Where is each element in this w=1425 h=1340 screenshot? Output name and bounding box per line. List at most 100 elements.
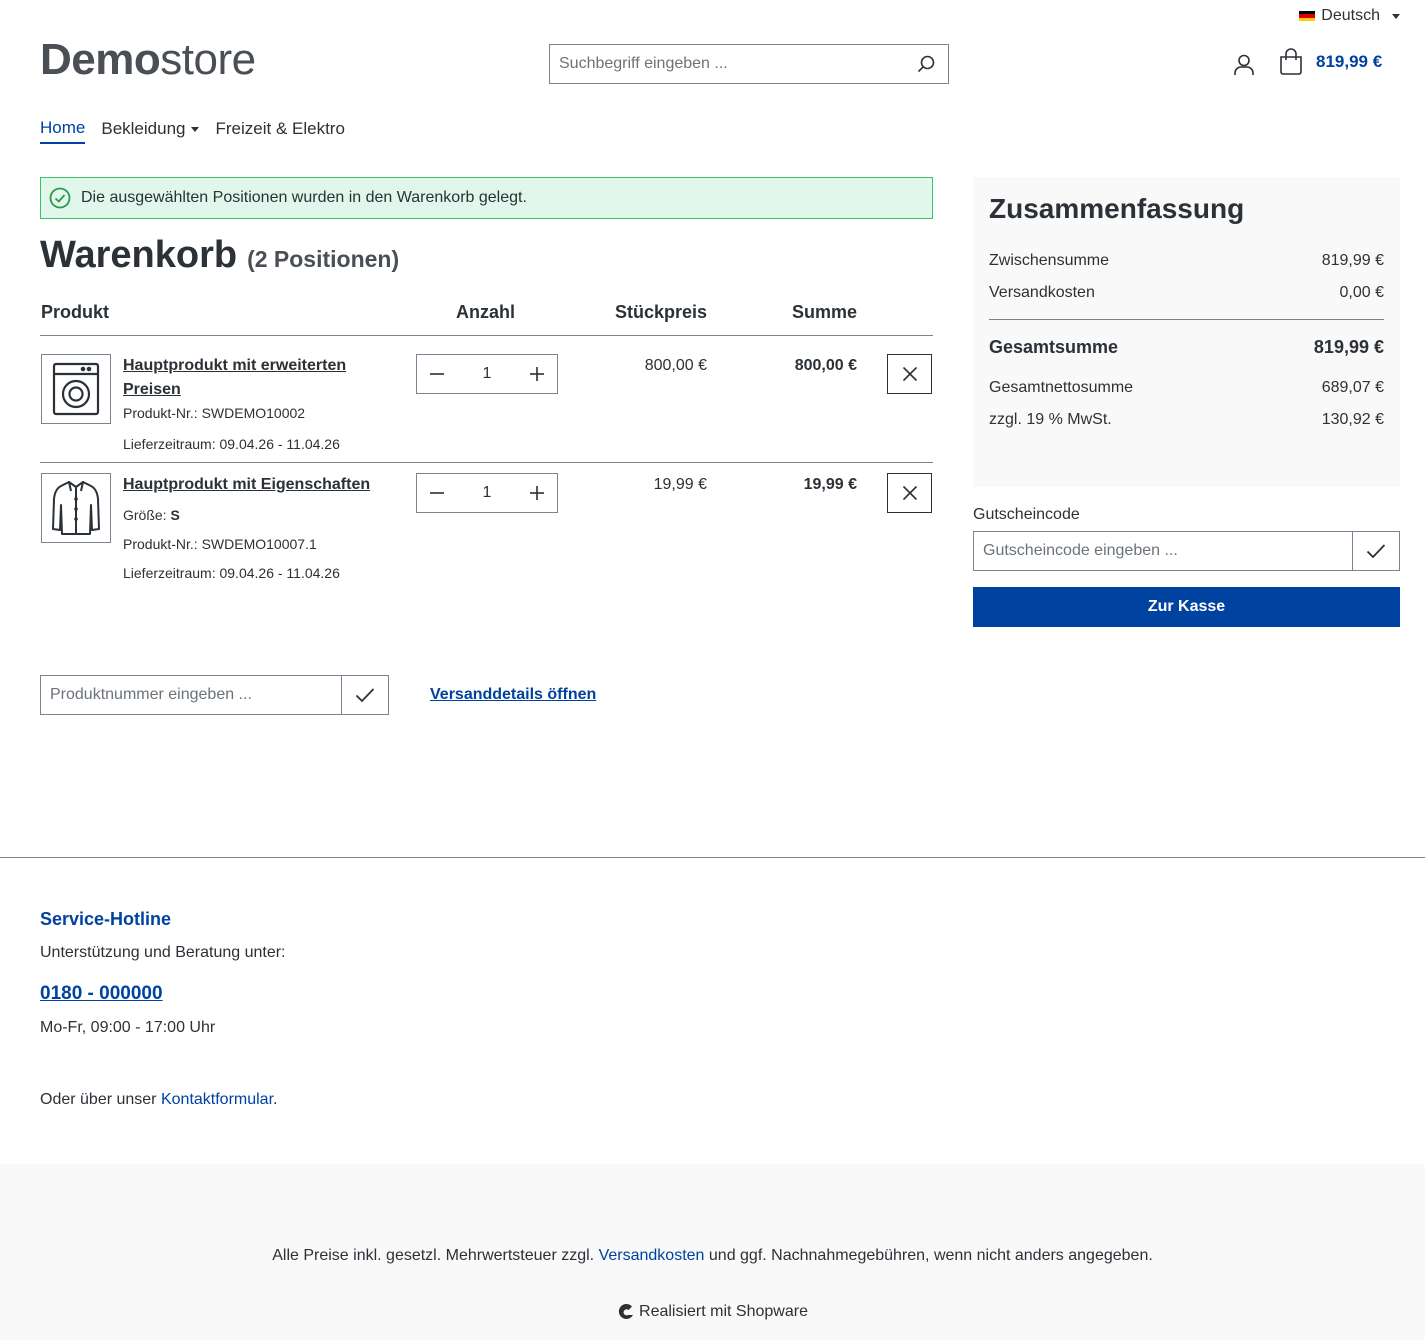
shipping-value: 0,00 € [1339,284,1384,301]
account-button[interactable] [1231,52,1257,78]
tax-value: 130,92 € [1321,411,1384,428]
search-button[interactable] [904,45,948,83]
voucher-label: Gutscheincode [973,506,1080,523]
vat-suffix: und ggf. Nachnahmegebühren, wenn nicht a… [708,1247,1153,1264]
product-size: Größe: S [123,501,393,530]
close-icon [902,366,917,382]
cart-table-header: Produkt Anzahl Stückpreis Summe [40,302,933,336]
decrease-quantity-button[interactable] [417,474,457,512]
vat-prefix: Alle Preise inkl. gesetzl. Mehrwertsteue… [272,1247,595,1264]
column-header-quantity: Anzahl [456,302,516,322]
product-number-input[interactable] [41,676,341,714]
product-thumbnail[interactable] [41,354,111,424]
nav-item-label: Bekleidung [101,119,186,138]
minus-icon [430,373,444,375]
size-label: Größe: [123,507,167,523]
search-bar [549,44,949,84]
german-flag-icon [1299,10,1316,22]
shipping-details-link[interactable]: Versanddetails öffnen [430,686,596,704]
apply-voucher-button[interactable] [1352,532,1399,570]
product-number-label: Produkt-Nr.: [123,536,198,552]
add-product-form [40,675,389,715]
search-icon [917,55,935,73]
remove-item-button[interactable] [887,473,932,513]
plus-icon [530,367,544,381]
language-label: Deutsch [1321,7,1380,24]
decrease-quantity-button[interactable] [417,355,457,393]
cart-heading: Warenkorb (2 Positionen) [40,234,399,277]
product-number-value: SWDEMO10007.1 [201,536,317,552]
remove-item-button[interactable] [887,354,932,394]
cart-line-item: Hauptprodukt mit erweiterten Preisen Pro… [40,336,933,463]
chevron-down-icon [191,126,200,132]
hotline-hours: Mo-Fr, 09:00 - 17:00 Uhr [40,1019,216,1036]
delivery-value: 09.04.26 - 11.04.26 [219,565,340,581]
product-info: Hauptprodukt mit Eigenschaften Größe: S … [123,473,393,588]
delivery-label: Lieferzeitraum: [123,565,216,581]
user-icon [1234,54,1254,75]
nav-item-home[interactable]: Home [40,118,86,144]
product-info: Hauptprodukt mit erweiterten Preisen Pro… [123,354,393,459]
product-number-value: SWDEMO10002 [201,405,306,421]
line-total: 800,00 € [794,357,857,374]
increase-quantity-button[interactable] [517,355,557,393]
product-number: Produkt-Nr.: SWDEMO10007.1 [123,530,393,559]
check-circle-icon [49,187,71,209]
net-total-label: Gesamtnettosumme [989,379,1134,396]
alert-message: Die ausgewählten Positionen wurden in de… [81,189,527,206]
quantity-stepper: 1 [416,354,558,394]
product-number: Produkt-Nr.: SWDEMO10002 [123,402,393,424]
jacket-icon [52,481,100,535]
shipping-label: Versandkosten [989,284,1095,301]
language-selector[interactable]: Deutsch [1299,7,1400,25]
nav-item-bekleidung[interactable]: Bekleidung [101,118,200,144]
search-input[interactable] [550,45,904,83]
quantity-value[interactable]: 1 [467,365,507,383]
add-product-button[interactable] [341,676,388,714]
quantity-value[interactable]: 1 [467,484,507,502]
voucher-input[interactable] [974,532,1352,570]
subtotal-row: Zwischensumme 819,99 € [989,245,1384,277]
main-navigation: Home Bekleidung Freizeit & Elektro [40,118,345,144]
nav-item-freizeit-elektro[interactable]: Freizeit & Elektro [215,118,344,144]
column-header-total: Summe [791,302,857,322]
tax-row: zzgl. 19 % MwSt. 130,92 € [989,404,1384,436]
shopware-logo-icon [618,1303,634,1319]
chevron-down-icon [1392,13,1400,19]
cart-button[interactable]: 819,99 € [1278,48,1382,76]
column-header-unit-price: Stückpreis [614,302,707,322]
net-total-value: 689,07 € [1321,379,1384,396]
tax-label: zzgl. 19 % MwSt. [989,411,1112,428]
product-number-label: Produkt-Nr.: [123,405,198,421]
hotline-phone-link[interactable]: 0180 - 000000 [40,983,163,1005]
quantity-stepper: 1 [416,473,558,513]
logo-light-text: store [160,35,256,84]
shipping-row: Versandkosten 0,00 € [989,277,1384,309]
item-count: (2 Positionen) [247,246,400,272]
product-name-link[interactable]: Hauptprodukt mit erweiterten Preisen [123,354,393,402]
summary-title: Zusammenfassung [989,193,1245,224]
checkmark-icon [1366,544,1386,559]
subtotal-value: 819,99 € [1321,252,1384,269]
shopping-bag-icon [1280,48,1302,75]
contact-form-link[interactable]: Kontaktformular [161,1091,273,1108]
unit-price: 19,99 € [653,476,707,493]
grand-total-value: 819,99 € [1313,337,1384,357]
size-value: S [170,507,180,523]
delivery-time: Lieferzeitraum: 09.04.26 - 11.04.26 [123,430,393,459]
subtotal-label: Zwischensumme [989,252,1110,269]
powered-by[interactable]: Realisiert mit Shopware [0,1303,1425,1321]
logo[interactable]: Demostore [40,38,256,82]
contact-suffix: . [273,1091,278,1108]
column-header-product: Produkt [41,302,110,322]
contact-text: Oder über unser Kontaktformular. [40,1091,277,1109]
product-name-link[interactable]: Hauptprodukt mit Eigenschaften [123,473,393,497]
shipping-costs-link[interactable]: Versandkosten [599,1247,705,1264]
product-thumbnail[interactable] [41,473,111,543]
checkout-button[interactable]: Zur Kasse [973,587,1400,627]
page-title: Warenkorb [40,234,238,276]
washing-machine-icon [52,362,100,416]
increase-quantity-button[interactable] [517,474,557,512]
vat-notice: Alle Preise inkl. gesetzl. Mehrwertsteue… [0,1247,1425,1265]
hotline-subtitle: Unterstützung und Beratung unter: [40,944,286,961]
